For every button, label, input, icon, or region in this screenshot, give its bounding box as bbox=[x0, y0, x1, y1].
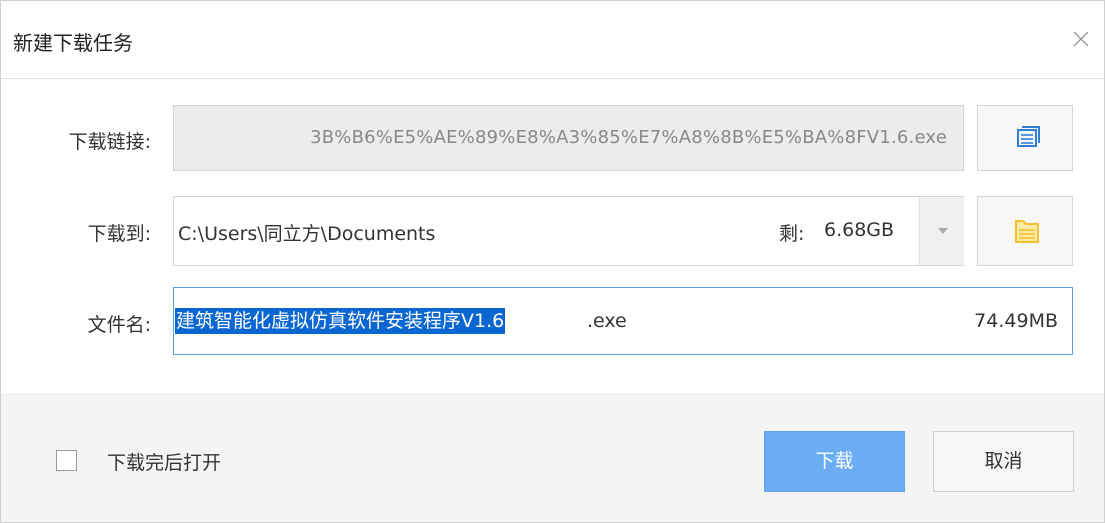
cancel-button[interactable]: 取消 bbox=[933, 431, 1074, 492]
destination-label: 下载到: bbox=[87, 223, 151, 245]
dialog-footer: 下载完后打开 下载 取消 bbox=[1, 394, 1104, 522]
close-icon[interactable] bbox=[1065, 23, 1097, 55]
file-extension: .exe bbox=[587, 310, 627, 332]
chevron-down-icon bbox=[938, 228, 948, 234]
paste-link-button[interactable] bbox=[977, 105, 1073, 171]
title-bar: 新建下载任务 bbox=[1, 1, 1104, 79]
destination-path-text: C:\Users\同立方\Documents bbox=[178, 223, 436, 245]
browse-folder-button[interactable] bbox=[977, 196, 1073, 266]
open-after-download-label[interactable]: 下载完后打开 bbox=[107, 448, 221, 475]
download-link-field[interactable]: 3B%B6%E5%AE%89%E8%A3%85%E7%A8%8B%E5%BA%8… bbox=[173, 105, 964, 171]
new-download-dialog: 新建下载任务 下载链接: 3B%B6%E5%AE%89%E8%A3%85%E7%… bbox=[0, 0, 1105, 523]
file-name-label: 文件名: bbox=[87, 314, 151, 336]
file-name-selected-text: 建筑智能化虚拟仿真软件安装程序V1.6 bbox=[175, 308, 506, 334]
free-space-label: 剩: bbox=[779, 223, 805, 245]
file-name-input[interactable]: 建筑智能化虚拟仿真软件安装程序V1.6 .exe 74.49MB bbox=[173, 287, 1073, 355]
download-link-text: 3B%B6%E5%AE%89%E8%A3%85%E7%A8%8B%E5%BA%8… bbox=[310, 127, 947, 148]
download-button[interactable]: 下载 bbox=[764, 431, 905, 492]
destination-path-field[interactable]: C:\Users\同立方\Documents 剩: 6.68GB bbox=[173, 196, 964, 266]
link-label: 下载链接: bbox=[68, 131, 151, 153]
path-history-dropdown[interactable] bbox=[919, 197, 964, 265]
free-space-value: 6.68GB bbox=[824, 219, 895, 241]
open-after-download-checkbox[interactable] bbox=[56, 450, 77, 471]
folder-icon bbox=[1015, 220, 1039, 243]
paste-icon bbox=[1017, 126, 1040, 147]
file-size: 74.49MB bbox=[974, 310, 1058, 332]
dialog-title: 新建下载任务 bbox=[13, 31, 133, 55]
